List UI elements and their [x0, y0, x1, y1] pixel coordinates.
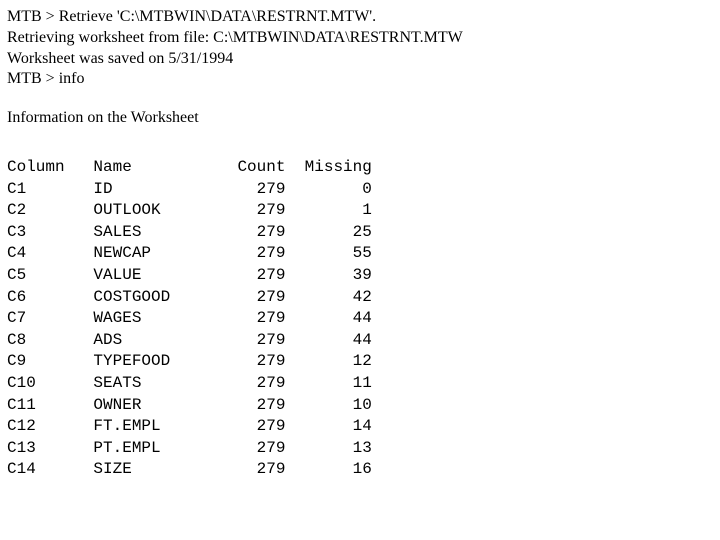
info-title: Information on the Worksheet [7, 108, 713, 129]
prompt-line-info: MTB > info [7, 69, 713, 90]
prompt-line-retrieve: MTB > Retrieve 'C:\MTBWIN\DATA\RESTRNT.M… [7, 7, 713, 28]
saved-date-message: Worksheet was saved on 5/31/1994 [7, 49, 713, 70]
worksheet-info-table: Column Name Count Missing C1 ID 279 0 C2… [7, 157, 713, 481]
command-output-block: MTB > Retrieve 'C:\MTBWIN\DATA\RESTRNT.M… [7, 7, 713, 90]
retrieving-message: Retrieving worksheet from file: C:\MTBWI… [7, 28, 713, 49]
